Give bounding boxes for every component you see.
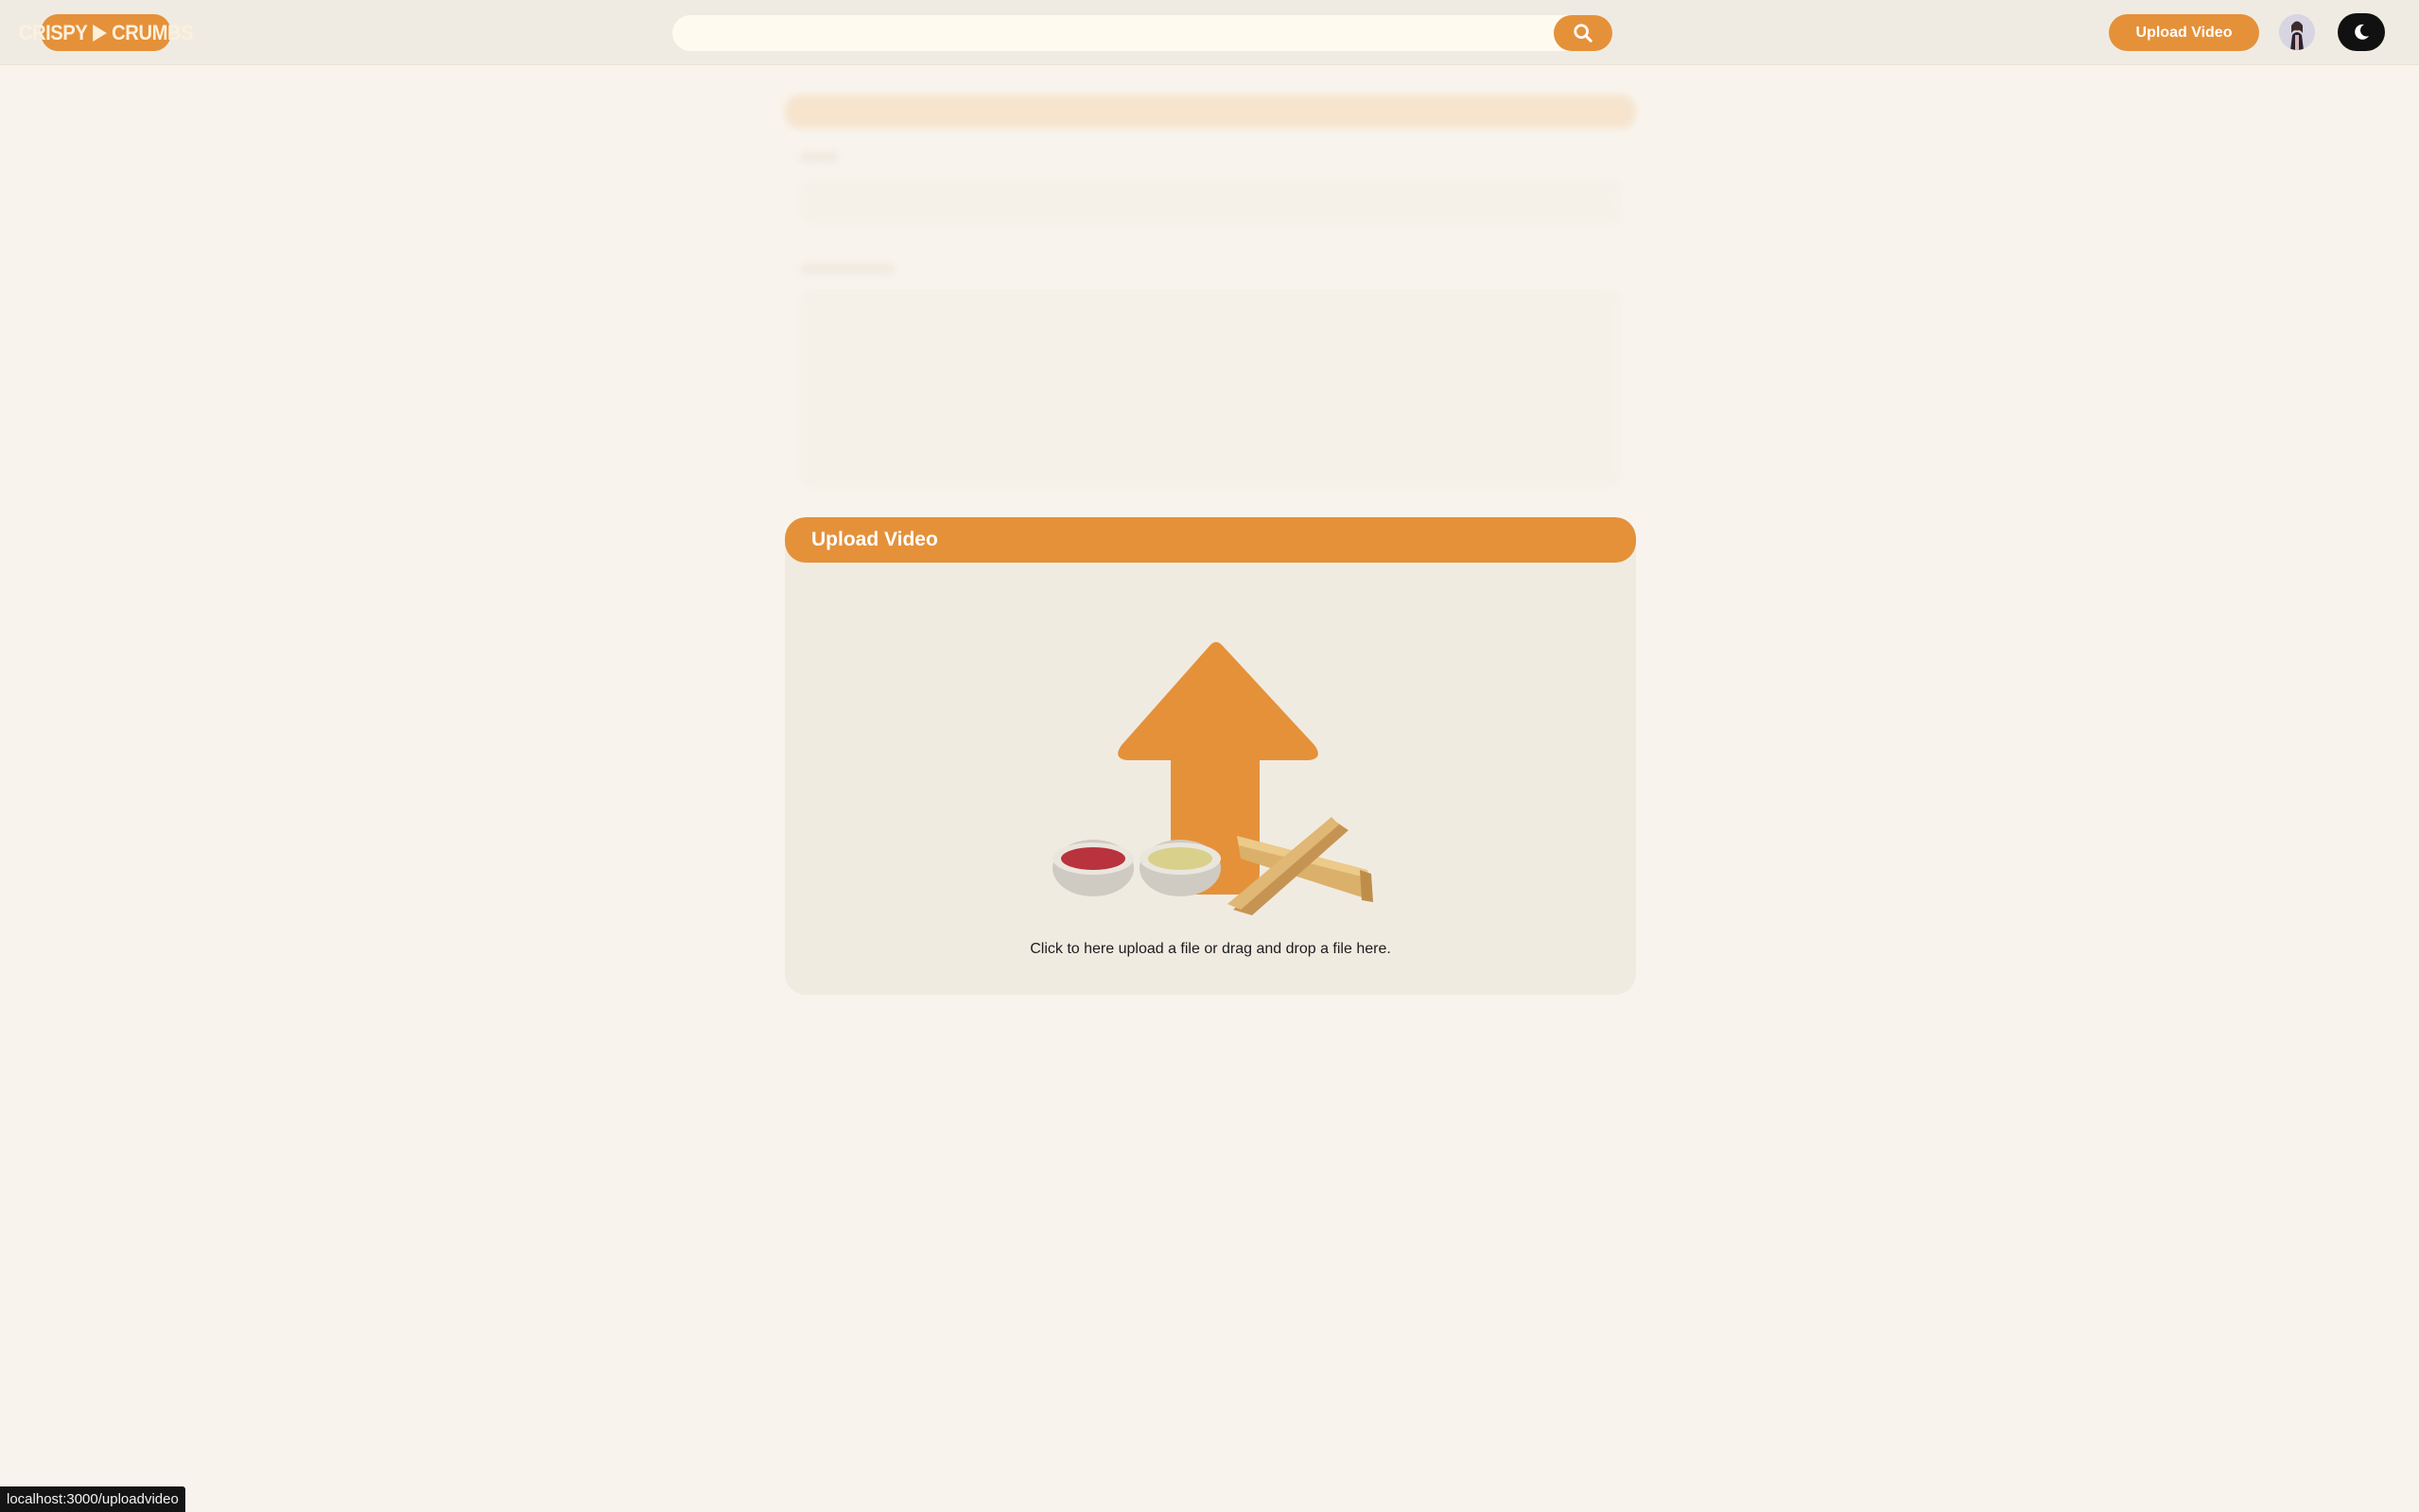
- search-bar: [672, 15, 1612, 51]
- logo-text-right: CRUMBS: [112, 20, 194, 44]
- moon-icon: [2355, 24, 2369, 40]
- title-label: [800, 151, 838, 163]
- search-button[interactable]: [1554, 15, 1612, 51]
- form-title-bar: [785, 95, 1636, 129]
- crispy-crumbs-logo[interactable]: CRISPY CRUMBS: [19, 14, 194, 51]
- status-bar-url: localhost:3000/uploadvideo: [0, 1486, 185, 1512]
- upload-dropzone[interactable]: Upload Video Click to here upload a file…: [785, 517, 1636, 995]
- title-input: [800, 180, 1621, 225]
- blurred-video-form: [785, 89, 1636, 505]
- search-icon: [1574, 24, 1592, 43]
- description-label: [800, 263, 895, 274]
- logo-text-left: CRISPY: [18, 20, 88, 44]
- avatar[interactable]: [2279, 14, 2315, 50]
- theme-toggle-button[interactable]: [2338, 13, 2385, 51]
- upload-video-button[interactable]: Upload Video: [2109, 14, 2259, 51]
- upload-hint-text: Click to here upload a file or drag and …: [1030, 941, 1391, 957]
- top-navbar: CRISPY CRUMBS Upload Video: [0, 0, 2419, 65]
- user-photo: [2279, 14, 2315, 50]
- upload-fries-illustration: [1053, 642, 1373, 915]
- search-input[interactable]: [672, 15, 1552, 51]
- play-icon: [92, 24, 107, 42]
- upload-card-title: Upload Video: [785, 517, 1636, 563]
- description-textarea: [800, 289, 1621, 488]
